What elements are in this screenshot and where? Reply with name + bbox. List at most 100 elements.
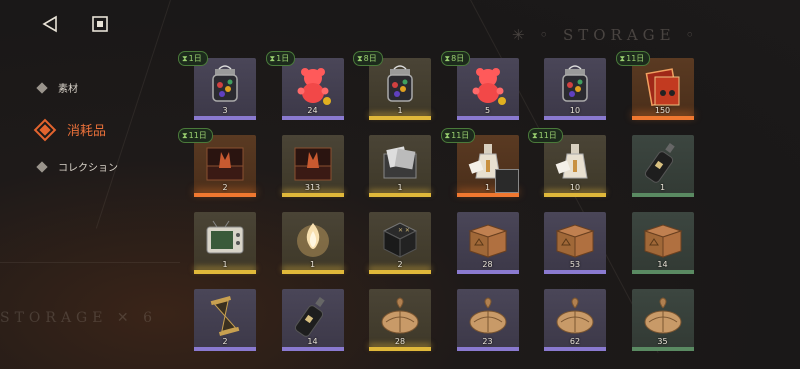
back-triangle-icon [42, 15, 57, 33]
inventory-slot[interactable]: 23 [456, 289, 519, 351]
expiry-text: 1日 [188, 54, 202, 63]
fox-music-box-icon [288, 139, 338, 185]
wooden-crate-icon [463, 216, 513, 262]
item-quantity: 24 [307, 106, 318, 115]
inventory-slot[interactable]: 53 [544, 212, 606, 274]
item-quantity: 10 [569, 183, 581, 192]
gummy-bear-icon [463, 62, 513, 108]
old-tv-icon [200, 216, 250, 262]
hourglass-icon: ⧗ [444, 130, 451, 140]
inventory-slot[interactable]: 2 [194, 289, 256, 351]
dark-bottle-icon [638, 139, 688, 185]
rarity-bar [369, 270, 431, 274]
inventory-slot[interactable]: 313 [281, 135, 344, 197]
inventory-slot[interactable]: 24 ⧗ 1日 [265, 51, 344, 120]
nav-item-collection[interactable]: コレクション [36, 159, 118, 174]
hourglass-icon [200, 293, 250, 339]
item-quantity: 28 [482, 260, 493, 269]
rarity-bar [631, 116, 694, 120]
item-quantity: 1 [309, 260, 316, 269]
wooden-crate-icon [550, 216, 600, 262]
rarity-bar [369, 347, 431, 351]
item-quantity: 2 [397, 260, 403, 269]
inventory-slot[interactable]: 35 [631, 289, 694, 351]
diamond-active-icon [33, 118, 57, 141]
expiry-badge: ⧗ 11日 [528, 128, 563, 143]
cassette-box-icon [638, 62, 688, 108]
expiry-badge: ⧗ 8日 [440, 51, 471, 66]
expiry-text: 11日 [188, 131, 207, 140]
item-quantity: 1 [397, 183, 403, 192]
item-quantity: 14 [307, 337, 318, 346]
inventory-slot[interactable]: 1 ⧗ 8日 [353, 51, 431, 120]
item-quantity: 150 [654, 106, 671, 115]
inventory-slot[interactable]: 14 [631, 212, 694, 274]
hourglass-icon: ⧗ [532, 130, 538, 140]
inventory-slot[interactable]: 10 [544, 58, 606, 120]
storage-watermark-bottom: STORAGE ✕ 6 [0, 310, 157, 326]
rarity-bar [194, 193, 256, 197]
inventory-slot[interactable]: 1 ⧗ 11日 [440, 128, 519, 197]
cloth-sack-icon [638, 293, 688, 339]
rarity-bar [544, 193, 606, 197]
rarity-bar [456, 270, 519, 274]
dark-chest-icon: ✕ ✕ [375, 216, 425, 262]
rarity-bar [544, 347, 606, 351]
inventory-slot[interactable]: 62 [544, 289, 606, 351]
item-quantity: 5 [484, 106, 491, 115]
nav-item-consumables[interactable]: 消耗品 [33, 118, 107, 141]
item-quantity: 1 [397, 106, 403, 115]
nav-item-label: 消耗品 [67, 124, 107, 139]
expiry-text: 8日 [363, 54, 377, 63]
inventory-slot[interactable]: 150 ⧗ 11日 [615, 51, 694, 120]
item-quantity: 3 [222, 106, 228, 115]
gummy-bear-icon [288, 62, 338, 108]
expiry-text: 11日 [538, 131, 557, 140]
storage-watermark-top: ✳ ◦ STORAGE ◦ [512, 26, 700, 44]
rarity-bar [281, 270, 344, 274]
inventory-slot[interactable]: 10 ⧗ 11日 [528, 128, 606, 197]
glowing-flame-icon [288, 216, 338, 262]
rarity-bar [194, 270, 256, 274]
wooden-crate-icon [638, 216, 688, 262]
expiry-badge: ⧗ 11日 [615, 51, 651, 66]
hourglass-icon: ⧗ [357, 53, 363, 63]
home-button[interactable] [88, 12, 112, 36]
inventory-slot[interactable]: 14 [281, 289, 344, 351]
stop-square-icon [92, 16, 108, 32]
rarity-bar [194, 347, 256, 351]
inventory-slot[interactable]: 1 [631, 135, 694, 197]
rarity-bar [456, 116, 519, 120]
inventory-slot[interactable]: 5 ⧗ 8日 [440, 51, 519, 120]
item-quantity: 313 [304, 183, 321, 192]
item-quantity: 1 [659, 183, 666, 192]
inventory-slot[interactable]: 3 ⧗ 1日 [178, 51, 256, 120]
inventory-slot[interactable]: 28 [456, 212, 519, 274]
expiry-badge: ⧗ 11日 [440, 128, 476, 143]
inventory-slot[interactable]: 1 [281, 212, 344, 274]
inventory-slot[interactable]: 28 [369, 289, 431, 351]
nav-item-label: コレクション [58, 163, 118, 174]
cloth-sack-icon [550, 293, 600, 339]
nav-item-materials[interactable]: 素材 [36, 80, 78, 95]
letter-vase-icon [550, 139, 600, 185]
inventory-slot[interactable]: 1 [369, 135, 431, 197]
inventory-slot[interactable]: ✕ ✕ 2 [369, 212, 431, 274]
item-quantity: 10 [569, 106, 581, 115]
back-button[interactable] [38, 12, 62, 36]
rarity-bar [544, 270, 606, 274]
item-quantity: 1 [222, 260, 228, 269]
item-quantity: 14 [657, 260, 668, 269]
item-quantity: 53 [569, 260, 581, 269]
hourglass-icon: ⧗ [619, 53, 626, 63]
rarity-bar [194, 116, 256, 120]
expiry-badge: ⧗ 8日 [353, 51, 383, 66]
character-portrait-icon [494, 169, 519, 193]
item-quantity: 35 [657, 337, 668, 346]
item-quantity: 28 [394, 337, 406, 346]
inventory-slot[interactable]: 1 [194, 212, 256, 274]
inventory-slot[interactable]: 2 ⧗ 11日 [178, 128, 256, 197]
hourglass-icon: ⧗ [182, 130, 188, 140]
expiry-text: 1日 [276, 54, 290, 63]
rarity-bar [456, 193, 519, 197]
